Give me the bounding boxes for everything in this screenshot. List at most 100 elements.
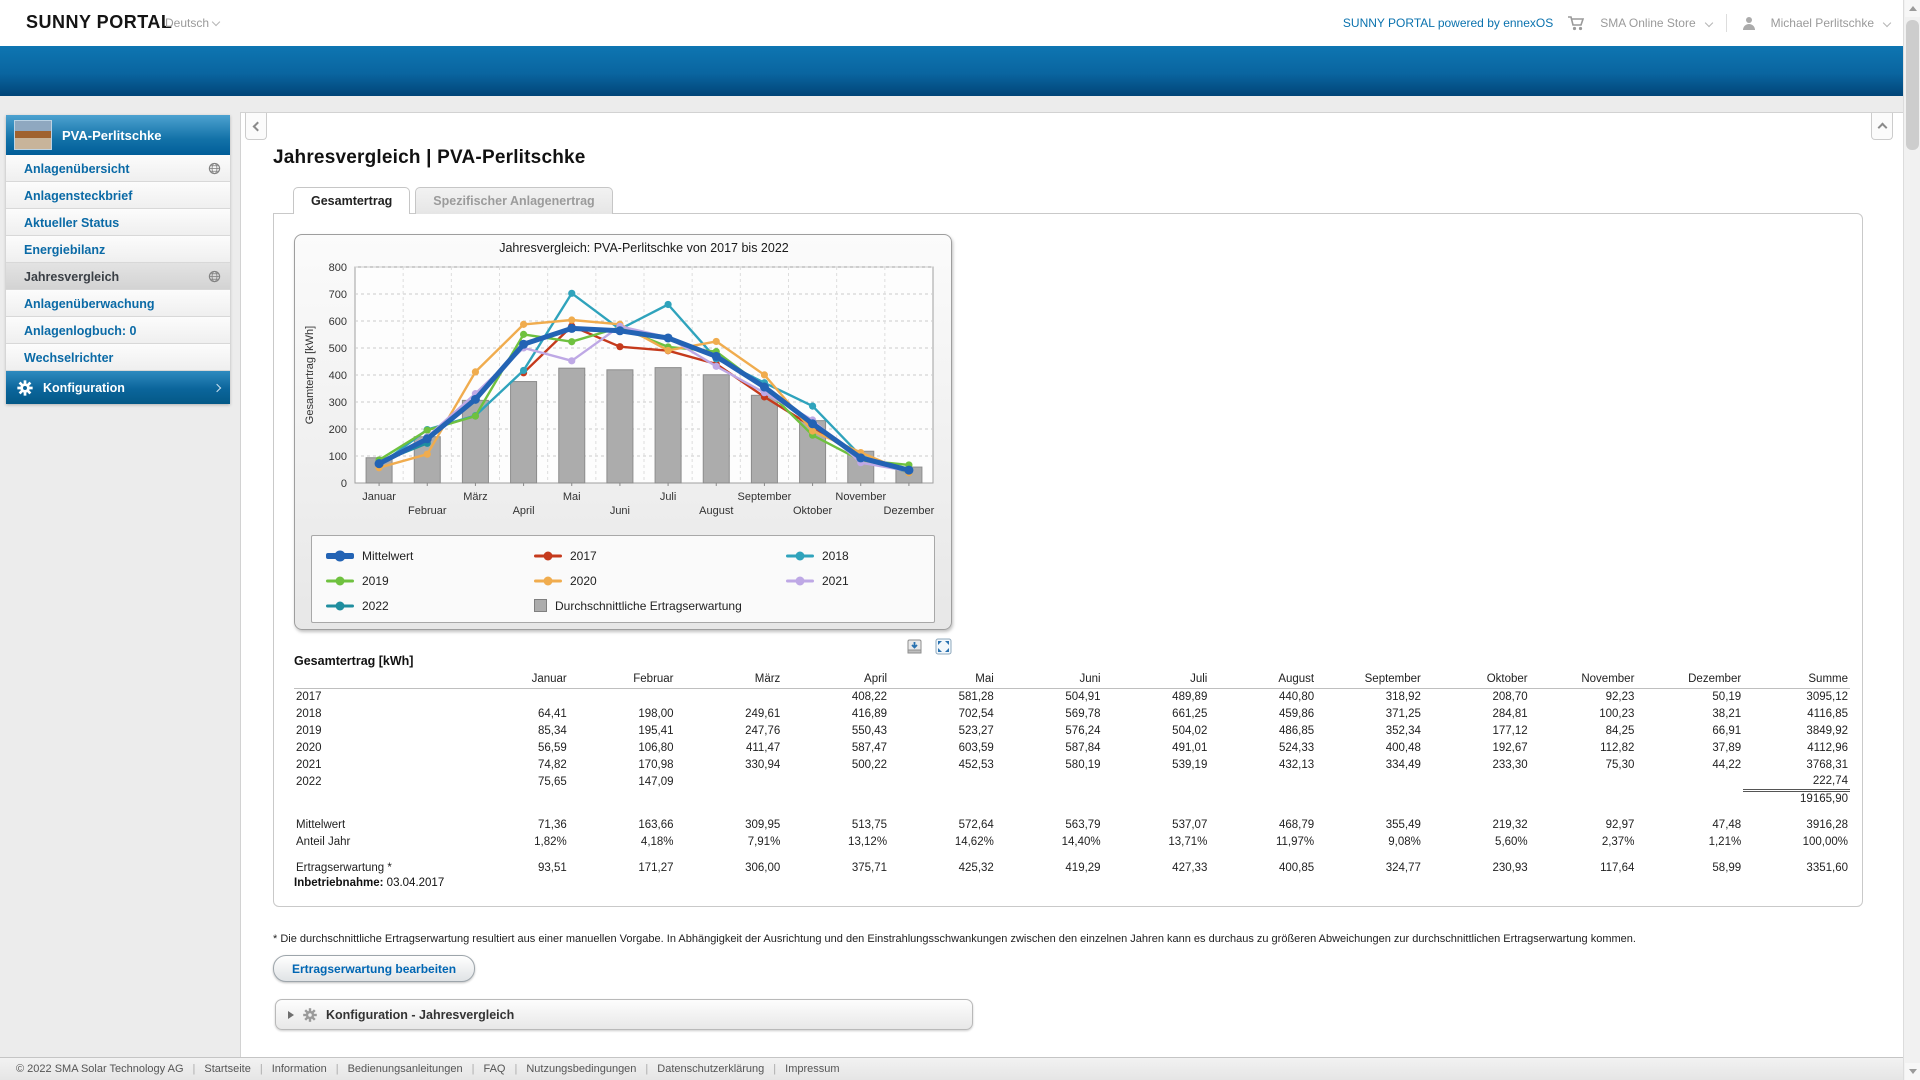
table-cell: 284,81 xyxy=(1423,705,1530,722)
language-dropdown[interactable]: Deutsch xyxy=(165,16,219,30)
table-cell: 504,02 xyxy=(1103,722,1210,739)
table-cell: 19165,90 xyxy=(1743,790,1850,807)
table-cell: 355,49 xyxy=(1316,816,1423,833)
collapse-sidebar-button[interactable] xyxy=(245,113,267,140)
sidebar-item[interactable]: Anlagensteckbrief xyxy=(6,182,230,209)
export-chart-icon[interactable] xyxy=(906,638,923,655)
store-dropdown[interactable]: SMA Online Store xyxy=(1600,16,1711,30)
svg-text:300: 300 xyxy=(329,397,347,409)
tab-gesamtertrag[interactable]: Gesamtertrag xyxy=(293,187,410,214)
plant-header[interactable]: PVA-Perlitschke xyxy=(6,115,230,155)
legend-label: 2021 xyxy=(822,574,849,588)
powered-by-link[interactable]: SUNNY PORTAL powered by ennexOS xyxy=(1343,16,1553,30)
table-cell: 47,48 xyxy=(1636,816,1743,833)
table-cell: 452,53 xyxy=(889,756,996,773)
footer-link[interactable]: Bedienungsanleitungen xyxy=(348,1063,463,1075)
table-cell xyxy=(462,688,569,705)
table-cell: 440,80 xyxy=(1209,688,1316,705)
table-cell: 14,40% xyxy=(996,833,1103,850)
table-cell: 427,33 xyxy=(1103,859,1210,876)
table-cell: 371,25 xyxy=(1316,705,1423,722)
table-cell: 208,70 xyxy=(1423,688,1530,705)
table-cell: 702,54 xyxy=(889,705,996,722)
sidebar-item-label: Anlagenübersicht xyxy=(24,162,130,176)
table-cell: 580,19 xyxy=(996,756,1103,773)
table-column-header: April xyxy=(782,671,889,688)
table-cell: 306,00 xyxy=(676,859,783,876)
user-dropdown[interactable]: Michael Perlitschke xyxy=(1771,16,1890,30)
top-bar: SUNNY PORTAL Deutsch SUNNY PORTAL powere… xyxy=(0,0,1920,46)
table-cell xyxy=(1103,773,1210,790)
chevron-down-icon xyxy=(212,18,220,26)
chevron-left-icon xyxy=(252,121,262,131)
legend-label: Mittelwert xyxy=(362,549,413,563)
scroll-up-button[interactable] xyxy=(1905,0,1920,17)
table-cell: 318,92 xyxy=(1316,688,1423,705)
table-cell: 2,37% xyxy=(1530,833,1637,850)
legend-entry: 2020 xyxy=(534,574,786,588)
table-cell: 3768,31 xyxy=(1743,756,1850,773)
sidebar-item-konfiguration[interactable]: Konfiguration xyxy=(6,371,230,404)
table-cell: 489,89 xyxy=(1103,688,1210,705)
row-label: 2018 xyxy=(294,705,462,722)
sidebar-item[interactable]: Energiebilanz xyxy=(6,236,230,263)
tab-spezifischer-anlagenertrag[interactable]: Spezifischer Anlagenertrag xyxy=(415,187,612,214)
table-header-row: JanuarFebruarMärzAprilMaiJuniJuliAugustS… xyxy=(294,671,1850,688)
config-accordion-label: Konfiguration - Jahresvergleich xyxy=(326,1008,514,1022)
sidebar-item-label: Aktueller Status xyxy=(24,216,119,230)
legend-entry: Durchschnittliche Ertragserwartung xyxy=(534,599,786,613)
table-cell xyxy=(676,773,783,790)
sidebar-item[interactable]: Aktueller Status xyxy=(6,209,230,236)
collapse-panel-button[interactable] xyxy=(1871,113,1893,140)
legend-label: 2022 xyxy=(362,599,389,613)
footer-link[interactable]: Startseite xyxy=(204,1063,250,1075)
table-cell xyxy=(1209,790,1316,807)
table-cell: 468,79 xyxy=(1209,816,1316,833)
table-row: 202275,65147,09222,74 xyxy=(294,773,1850,790)
svg-text:Februar: Februar xyxy=(408,505,447,517)
fullscreen-icon[interactable] xyxy=(935,638,952,655)
config-accordion[interactable]: Konfiguration - Jahresvergleich xyxy=(275,999,973,1030)
cart-icon xyxy=(1567,15,1586,32)
edit-expectation-button[interactable]: Ertragserwartung bearbeiten xyxy=(273,955,475,982)
table-cell xyxy=(782,773,889,790)
table-cell: 177,12 xyxy=(1423,722,1530,739)
row-label: 2022 xyxy=(294,773,462,790)
footer-link[interactable]: Nutzungsbedingungen xyxy=(526,1063,636,1075)
table-cell: 84,25 xyxy=(1530,722,1637,739)
scrollbar-thumb[interactable] xyxy=(1906,20,1919,150)
scroll-down-button[interactable] xyxy=(1905,1063,1920,1080)
table-cell: 563,79 xyxy=(996,816,1103,833)
row-label: 2021 xyxy=(294,756,462,773)
svg-text:200: 200 xyxy=(329,424,347,436)
footer-separator: | xyxy=(260,1063,263,1075)
table-cell: 50,19 xyxy=(1636,688,1743,705)
sidebar-item[interactable]: Anlagenlogbuch: 0 xyxy=(6,317,230,344)
table-cell: 324,77 xyxy=(1316,859,1423,876)
table-column-header: Mai xyxy=(889,671,996,688)
sidebar-item[interactable]: Wechselrichter xyxy=(6,344,230,371)
footer-link[interactable]: FAQ xyxy=(483,1063,505,1075)
table-cell xyxy=(676,688,783,705)
table-cell xyxy=(889,790,996,807)
footer-link[interactable]: Datenschutzerklärung xyxy=(657,1063,764,1075)
table-cell: 13,71% xyxy=(1103,833,1210,850)
table-cell: 309,95 xyxy=(676,816,783,833)
vertical-scrollbar[interactable] xyxy=(1903,0,1920,1080)
footer-link[interactable]: Information xyxy=(272,1063,327,1075)
table-cell: 4112,96 xyxy=(1743,739,1850,756)
sidebar-item-label: Anlagenüberwachung xyxy=(24,297,155,311)
plant-name: PVA-Perlitschke xyxy=(62,128,161,143)
table-cell: 550,43 xyxy=(782,722,889,739)
sidebar-item[interactable]: Anlagenübersicht xyxy=(6,155,230,182)
table-cell xyxy=(1209,773,1316,790)
sidebar-item[interactable]: Anlagenüberwachung xyxy=(6,290,230,317)
table-cell: 4,18% xyxy=(569,833,676,850)
tab-content-panel: 0100200300400500600700800Jahresvergleich… xyxy=(273,213,1863,907)
sidebar-item[interactable]: Jahresvergleich xyxy=(6,263,230,290)
table-cell: 3849,92 xyxy=(1743,722,1850,739)
legend-label: 2017 xyxy=(570,549,597,563)
table-cell: 5,60% xyxy=(1423,833,1530,850)
footer-link[interactable]: Impressum xyxy=(785,1063,839,1075)
table-cell: 587,84 xyxy=(996,739,1103,756)
